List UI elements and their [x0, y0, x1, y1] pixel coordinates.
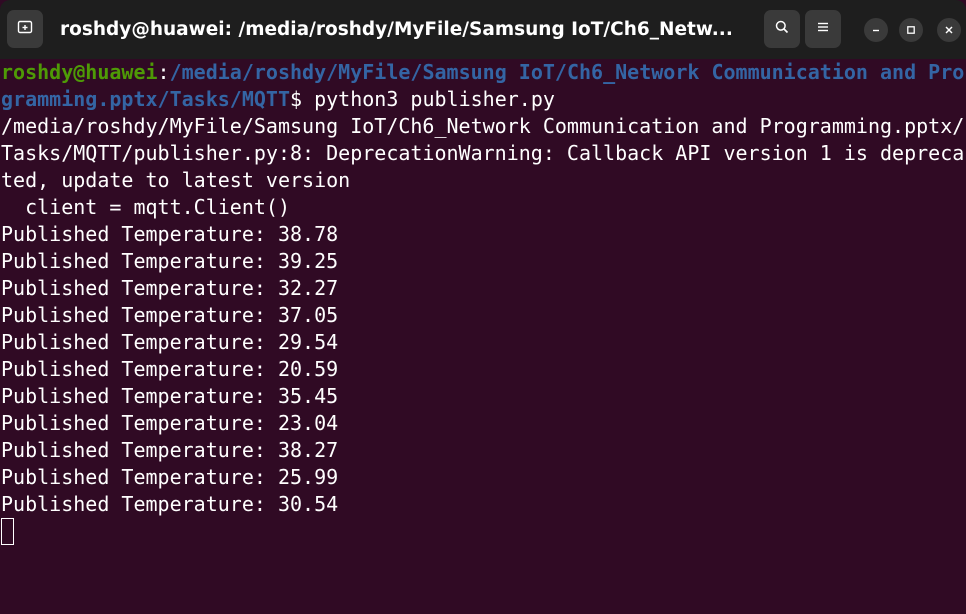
output-line: Tasks/MQTT/publisher.py:8: DeprecationWa… [1, 141, 965, 165]
output-line: Published Temperature: 23.04 [1, 411, 339, 435]
output-line: /media/roshdy/MyFile/Samsung IoT/Ch6_Net… [1, 114, 965, 138]
output-line: Published Temperature: 29.54 [1, 330, 339, 354]
output-line: Published Temperature: 39.25 [1, 249, 339, 273]
menu-button[interactable] [805, 10, 841, 48]
minimize-button[interactable] [864, 18, 888, 42]
prompt-dollar: $ [289, 87, 315, 111]
prompt-path-part-1: /media/roshdy/MyFile/Samsung IoT/Ch6_Net… [169, 60, 965, 84]
output-line: Published Temperature: 38.27 [1, 438, 339, 462]
output-line: Published Temperature: 37.05 [1, 303, 339, 327]
prompt-path-part-2: gramming.pptx/Tasks/MQTT [1, 87, 290, 111]
prompt-line-1: roshdy@huawei:/media/roshdy/MyFile/Samsu… [1, 59, 964, 86]
prompt-colon: : [157, 60, 170, 84]
prompt-line-2: gramming.pptx/Tasks/MQTT$ python3 publis… [1, 86, 555, 113]
maximize-button[interactable] [899, 18, 923, 42]
close-button[interactable] [937, 18, 961, 42]
output-line: Published Temperature: 35.45 [1, 384, 339, 408]
window-title: roshdy@huawei: /media/roshdy/MyFile/Sams… [60, 19, 733, 40]
search-icon [774, 19, 790, 39]
prompt-user-host: roshdy@huawei [1, 60, 158, 84]
new-tab-button[interactable] [7, 10, 43, 48]
close-icon [943, 21, 955, 40]
maximize-icon [905, 21, 917, 40]
output-line: Published Temperature: 25.99 [1, 465, 339, 489]
output-line: ted, update to latest version [1, 168, 351, 192]
hamburger-menu-icon [815, 19, 831, 39]
terminal-output-area[interactable]: roshdy@huawei:/media/roshdy/MyFile/Samsu… [0, 59, 966, 614]
search-button[interactable] [764, 10, 800, 48]
output-line: client = mqtt.Client() [1, 195, 290, 219]
text-cursor [1, 518, 14, 545]
new-tab-icon [17, 19, 33, 39]
minimize-icon [870, 21, 882, 40]
output-line: Published Temperature: 30.54 [1, 492, 339, 516]
output-line: Published Temperature: 20.59 [1, 357, 339, 381]
output-line: Published Temperature: 32.27 [1, 276, 339, 300]
typed-command: python3 publisher.py [314, 87, 555, 111]
output-line: Published Temperature: 38.78 [1, 222, 339, 246]
title-bar: roshdy@huawei: /media/roshdy/MyFile/Sams… [0, 0, 966, 59]
